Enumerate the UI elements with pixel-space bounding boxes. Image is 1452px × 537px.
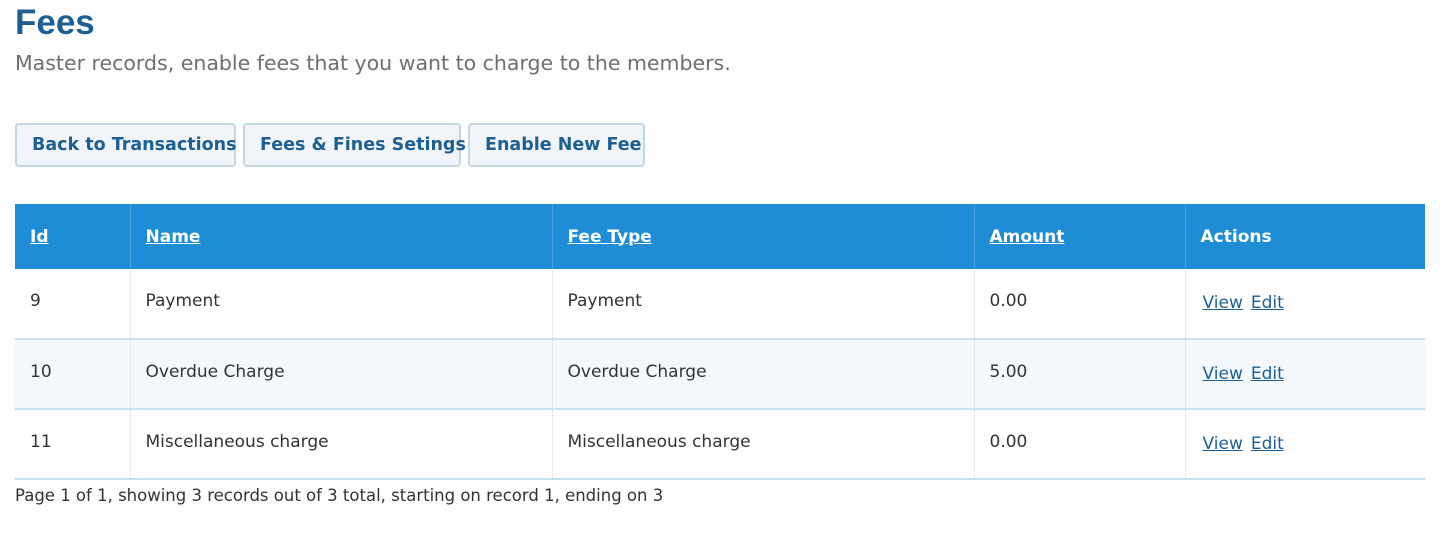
- cell-id: 9: [30, 291, 41, 311]
- column-header-amount: Amount: [973, 204, 1185, 269]
- cell-fee-type: Overdue Charge: [551, 339, 974, 409]
- sort-by-fee-type-link[interactable]: Fee Type: [568, 227, 652, 247]
- column-header-id: Id: [15, 204, 130, 269]
- table-body: 9 Payment Payment 0.00 View Edit 10 Overd…: [15, 269, 1425, 479]
- cell-amount: 5.00: [973, 339, 1185, 409]
- cell-id: 10: [30, 362, 52, 382]
- fees-page: Fees Master records, enable fees that yo…: [0, 0, 1452, 537]
- column-header-actions: Actions: [1184, 204, 1425, 269]
- action-button-bar: Back to Transactions Fees & Fines Seting…: [15, 123, 645, 167]
- cell-actions: View Edit: [1184, 339, 1425, 409]
- cell-actions: View Edit: [1184, 269, 1425, 339]
- edit-link[interactable]: Edit: [1251, 293, 1284, 313]
- cell-amount: 0.00: [973, 409, 1185, 479]
- column-header-name: Name: [129, 204, 552, 269]
- pagination-summary: Page 1 of 1, showing 3 records out of 3 …: [15, 486, 664, 505]
- table-row: 10 Overdue Charge Overdue Charge 5.00 Vi…: [15, 339, 1425, 409]
- table-row: 11 Miscellaneous charge Miscellaneous ch…: [15, 409, 1425, 479]
- table-row: 9 Payment Payment 0.00 View Edit: [15, 269, 1425, 339]
- cell-name: Overdue Charge: [129, 339, 552, 409]
- view-link[interactable]: View: [1203, 434, 1243, 454]
- page-subtitle: Master records, enable fees that you wan…: [15, 51, 731, 75]
- edit-link[interactable]: Edit: [1251, 364, 1284, 384]
- table-header-row: Id Name Fee Type Amount Actions: [15, 204, 1425, 269]
- cell-amount: 0.00: [973, 269, 1185, 339]
- enable-new-fee-button[interactable]: Enable New Fee: [468, 123, 645, 167]
- page-title: Fees: [15, 3, 95, 42]
- view-link[interactable]: View: [1203, 293, 1243, 313]
- table-header: Id Name Fee Type Amount Actions: [15, 204, 1425, 269]
- column-header-fee-type: Fee Type: [551, 204, 974, 269]
- edit-link[interactable]: Edit: [1251, 434, 1284, 454]
- sort-by-name-link[interactable]: Name: [146, 227, 201, 247]
- cell-fee-type: Payment: [551, 269, 974, 339]
- back-to-transactions-button[interactable]: Back to Transactions: [15, 123, 237, 167]
- cell-name: Miscellaneous charge: [129, 409, 552, 479]
- view-link[interactable]: View: [1203, 364, 1243, 384]
- fees-fines-settings-button[interactable]: Fees & Fines Setings: [243, 123, 466, 167]
- fees-table: Id Name Fee Type Amount Actions 9 Paymen…: [15, 204, 1425, 480]
- sort-by-id-link[interactable]: Id: [30, 227, 49, 247]
- sort-by-amount-link[interactable]: Amount: [990, 227, 1065, 247]
- cell-actions: View Edit: [1184, 409, 1425, 479]
- cell-id: 11: [30, 432, 52, 452]
- cell-fee-type: Miscellaneous charge: [551, 409, 974, 479]
- cell-name: Payment: [129, 269, 552, 339]
